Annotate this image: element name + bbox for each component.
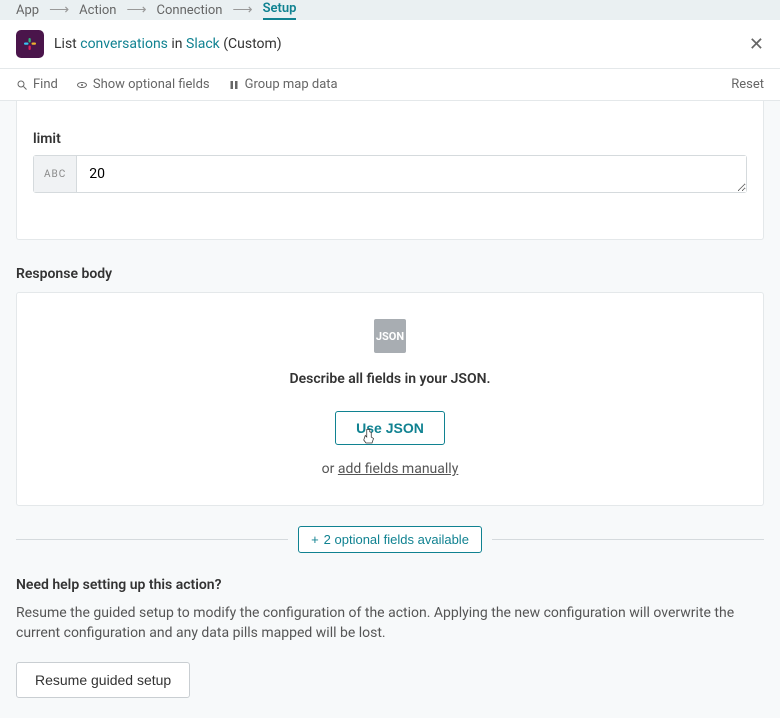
chevron-right-icon: ⟶ [126,2,146,18]
action-toolbar: Find Show optional fields Group map data… [0,69,780,101]
group-map-button[interactable]: Group map data [228,77,338,92]
json-desc: Describe all fields in your JSON. [33,371,747,387]
help-title: Need help setting up this action? [16,577,764,593]
eye-icon [76,79,88,91]
breadcrumb: App ⟶ Action ⟶ Connection ⟶ Setup [0,0,780,20]
limit-label: limit [33,131,747,147]
search-icon [16,79,28,91]
columns-icon [228,79,240,91]
add-fields-text: or add fields manually [33,461,747,477]
chevron-right-icon: ⟶ [49,2,69,18]
breadcrumb-connection[interactable]: Connection [157,3,223,18]
optional-fields-button[interactable]: + 2 optional fields available [298,526,482,553]
limit-input[interactable] [77,156,746,192]
action-header: List conversations in Slack (Custom) ✕ [0,20,780,69]
plus-icon: + [311,532,319,547]
breadcrumb-app[interactable]: App [16,3,39,18]
add-fields-manually-link[interactable]: add fields manually [338,461,458,477]
conversations-link[interactable]: conversations [80,36,168,52]
close-button[interactable]: ✕ [749,34,764,55]
reset-button[interactable]: Reset [731,77,764,92]
help-body: Resume the guided setup to modify the co… [16,603,764,644]
breadcrumb-setup[interactable]: Setup [263,1,297,20]
chevron-right-icon: ⟶ [233,2,253,18]
response-body-label: Response body [16,266,764,282]
find-button[interactable]: Find [16,77,58,92]
limit-input-row: ABC [33,155,747,193]
request-panel: limit ABC [16,101,764,240]
response-body-panel: JSON Describe all fields in your JSON. U… [16,292,764,506]
action-title: List conversations in Slack (Custom) [54,36,282,52]
optional-fields-row: + 2 optional fields available [16,526,764,553]
slack-app-icon [16,30,44,58]
resume-guided-setup-button[interactable]: Resume guided setup [16,662,190,698]
use-json-button[interactable]: Use JSON [335,411,445,445]
breadcrumb-action[interactable]: Action [79,3,116,18]
show-optional-button[interactable]: Show optional fields [76,77,210,92]
slack-link[interactable]: Slack [186,36,220,52]
type-badge: ABC [34,156,77,192]
json-icon: JSON [374,319,406,353]
